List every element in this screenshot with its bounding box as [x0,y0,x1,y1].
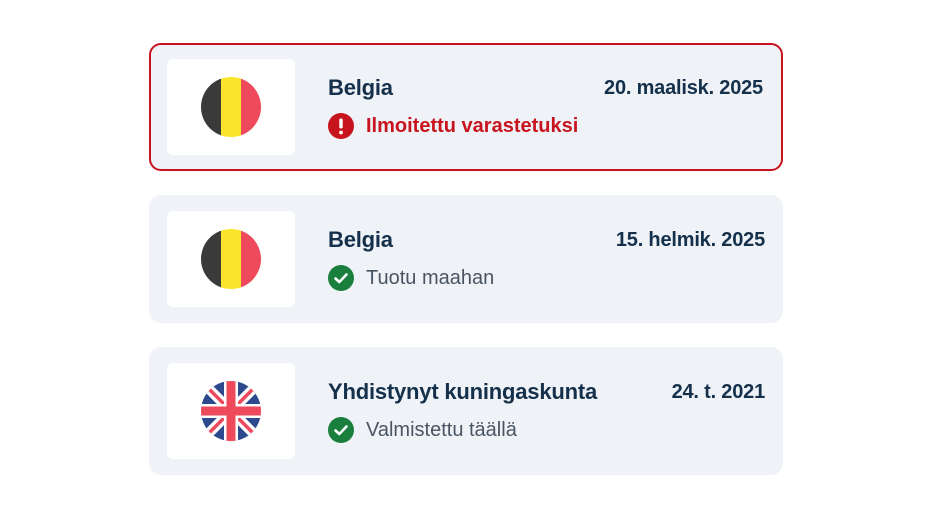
belgium-flag-icon [201,229,261,289]
checkmark-icon [328,265,354,291]
status-row: Ilmoitettu varastetuksi [328,113,763,139]
card-info: Belgia 15. helmik. 2025 Tuotu maahan [328,227,765,291]
flag-container [167,211,295,307]
belgium-flag-icon [201,77,261,137]
history-card-alert[interactable]: Belgia 20. maalisk. 2025 Ilmoitettu vara… [149,43,783,171]
history-card[interactable]: Yhdistynyt kuningaskunta 24. t. 2021 Val… [149,347,783,475]
country-name: Belgia [328,75,393,100]
event-date: 24. t. 2021 [671,380,766,403]
flag-container [167,363,295,459]
status-text: Ilmoitettu varastetuksi [366,114,579,137]
card-info: Yhdistynyt kuningaskunta 24. t. 2021 Val… [328,379,765,443]
status-text: Tuotu maahan [366,266,495,289]
history-list: Belgia 20. maalisk. 2025 Ilmoitettu vara… [149,43,783,475]
card-info: Belgia 20. maalisk. 2025 Ilmoitettu vara… [328,75,763,139]
checkmark-icon [328,417,354,443]
country-name: Yhdistynyt kuningaskunta [328,379,598,404]
history-card[interactable]: Belgia 15. helmik. 2025 Tuotu maahan [149,195,783,323]
event-date: 15. helmik. 2025 [615,228,765,251]
status-row: Valmistettu täällä [328,417,765,443]
status-text: Valmistettu täällä [366,418,517,441]
event-date: 20. maalisk. 2025 [604,76,763,99]
status-row: Tuotu maahan [328,265,765,291]
exclamation-icon [328,113,354,139]
flag-container [167,59,295,155]
country-name: Belgia [328,227,393,252]
united-kingdom-flag-icon [201,381,261,441]
